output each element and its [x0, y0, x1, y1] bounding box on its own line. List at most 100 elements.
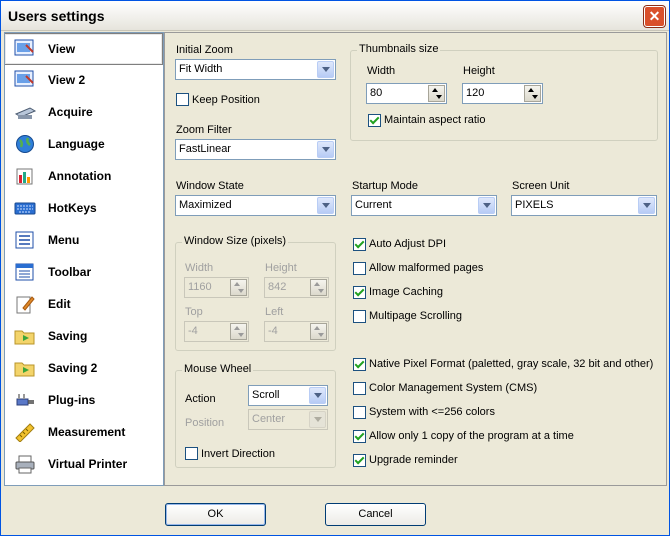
- globe-icon: [16, 135, 34, 153]
- allow-malformed-checkbox[interactable]: [353, 262, 366, 275]
- win-top-label: Top: [185, 306, 203, 318]
- win-left-label: Left: [265, 306, 284, 318]
- invert-direction-checkbox[interactable]: [185, 447, 198, 460]
- spin-arrows-icon[interactable]: [428, 85, 445, 102]
- image-caching-checkbox[interactable]: [353, 286, 366, 299]
- sidebar-item-label: Menu: [48, 233, 80, 247]
- window-state-label: Window State: [176, 180, 244, 192]
- sidebar-item-language[interactable]: Language: [5, 129, 163, 159]
- sidebar-item-label: Language: [48, 137, 105, 151]
- win-height-spinner[interactable]: 842: [264, 277, 329, 298]
- maintain-aspect-checkbox[interactable]: [368, 114, 381, 127]
- window-size-title: Window Size (pixels): [182, 235, 289, 247]
- initial-zoom-select[interactable]: Fit Width: [175, 59, 336, 80]
- screen-unit-select[interactable]: PIXELS: [511, 195, 657, 216]
- auto-adjust-dpi-checkbox[interactable]: [353, 238, 366, 251]
- sidebar-item-label: HotKeys: [48, 201, 97, 215]
- win-width-spinner[interactable]: 1160: [184, 277, 249, 298]
- keep-position-checkbox[interactable]: [176, 93, 189, 106]
- keep-position-label: Keep Position: [192, 94, 260, 106]
- chevron-down-icon[interactable]: [309, 387, 326, 404]
- wheel-action-value: Scroll: [252, 389, 280, 401]
- view-settings-panel: Initial Zoom Fit Width Keep Position Zoo…: [164, 32, 667, 486]
- sidebar-item-virtual-printer[interactable]: Virtual Printer: [5, 449, 163, 479]
- cms-checkbox[interactable]: [353, 382, 366, 395]
- sidebar-item-edit[interactable]: Edit: [5, 289, 163, 319]
- sidebar-item-view-2[interactable]: View 2: [5, 65, 163, 95]
- win-left-value: -4: [268, 325, 278, 337]
- invert-direction-label: Invert Direction: [201, 448, 275, 460]
- sidebar-item-plug-ins[interactable]: Plug-ins: [5, 385, 163, 415]
- screen-unit-label: Screen Unit: [512, 180, 570, 192]
- spin-arrows-icon[interactable]: [310, 279, 327, 296]
- thumb-width-spinner[interactable]: 80: [366, 83, 447, 104]
- zoom-filter-select[interactable]: FastLinear: [175, 139, 336, 160]
- spin-arrows-icon[interactable]: [230, 279, 247, 296]
- sidebar-item-label: View 2: [48, 73, 86, 87]
- zoom-filter-value: FastLinear: [179, 143, 231, 155]
- menu-icon: [15, 231, 34, 249]
- thumb-width-value: 80: [370, 87, 383, 99]
- ruler-icon: [15, 423, 35, 442]
- sidebar-item-menu[interactable]: Menu: [5, 225, 163, 255]
- initial-zoom-value: Fit Width: [179, 63, 223, 75]
- sidebar-item-saving[interactable]: Saving: [5, 321, 163, 351]
- allow-malformed-label: Allow malformed pages: [369, 262, 484, 274]
- sidebar-item-hotkeys[interactable]: HotKeys: [5, 193, 163, 223]
- sidebar-item-label: Virtual Printer: [48, 457, 128, 471]
- win-top-value: -4: [188, 325, 198, 337]
- thumb-width-label: Width: [367, 65, 396, 77]
- low-color-system-checkbox[interactable]: [353, 406, 366, 419]
- sidebar-item-label: View: [48, 42, 76, 56]
- thumb-height-spinner[interactable]: 120: [462, 83, 543, 104]
- maintain-aspect-label: Maintain aspect ratio: [384, 114, 486, 126]
- window-state-select[interactable]: Maximized: [175, 195, 336, 216]
- single-instance-checkbox[interactable]: [353, 430, 366, 443]
- win-left-spinner[interactable]: -4: [264, 321, 329, 342]
- multipage-scrolling-checkbox[interactable]: [353, 310, 366, 323]
- wheel-action-label: Action: [185, 393, 216, 405]
- ok-button[interactable]: OK: [165, 503, 266, 526]
- wheel-action-select[interactable]: Scroll: [248, 385, 328, 406]
- chevron-down-icon[interactable]: [638, 197, 655, 214]
- zoom-filter-label: Zoom Filter: [176, 124, 232, 136]
- edit-icon: [16, 296, 35, 314]
- startup-mode-select[interactable]: Current: [351, 195, 497, 216]
- sidebar-item-label: Toolbar: [48, 265, 92, 279]
- win-top-spinner[interactable]: -4: [184, 321, 249, 342]
- mouse-wheel-group: Mouse Wheel Action Scroll Position Cente…: [175, 363, 336, 468]
- close-button[interactable]: ✕: [644, 6, 665, 27]
- thumb-height-value: 120: [466, 87, 485, 99]
- upgrade-reminder-checkbox[interactable]: [353, 454, 366, 467]
- chevron-down-icon[interactable]: [309, 411, 326, 428]
- window-size-group: Window Size (pixels) Width 1160 Height 8…: [175, 235, 336, 351]
- spin-arrows-icon[interactable]: [310, 323, 327, 340]
- upgrade-reminder-label: Upgrade reminder: [369, 454, 458, 466]
- sidebar-item-annotation[interactable]: Annotation: [5, 161, 163, 191]
- view2-icon: [14, 70, 34, 87]
- sidebar-item-saving-2[interactable]: Saving 2: [5, 353, 163, 383]
- wheel-position-select[interactable]: Center: [248, 409, 328, 430]
- spin-arrows-icon[interactable]: [524, 85, 541, 102]
- sidebar-item-view[interactable]: View: [5, 33, 163, 65]
- cancel-button[interactable]: Cancel: [325, 503, 426, 526]
- annotation-icon: [16, 168, 33, 185]
- native-pixel-format-checkbox[interactable]: [353, 358, 366, 371]
- settings-window: Users settings ✕ View View 2 Acquire Lan…: [0, 0, 670, 536]
- chevron-down-icon[interactable]: [478, 197, 495, 214]
- initial-zoom-label: Initial Zoom: [176, 44, 233, 56]
- thumb-height-label: Height: [463, 65, 495, 77]
- spin-arrows-icon[interactable]: [230, 323, 247, 340]
- chevron-down-icon[interactable]: [317, 141, 334, 158]
- title-bar[interactable]: Users settings ✕: [1, 1, 669, 31]
- chevron-down-icon[interactable]: [317, 61, 334, 78]
- single-instance-label: Allow only 1 copy of the program at a ti…: [369, 430, 574, 442]
- sidebar-item-label: Edit: [48, 297, 71, 311]
- sidebar-item-label: Acquire: [48, 105, 93, 119]
- save-folder-icon: [14, 362, 35, 377]
- sidebar-item-toolbar[interactable]: Toolbar: [5, 257, 163, 287]
- chevron-down-icon[interactable]: [317, 197, 334, 214]
- sidebar-item-measurement[interactable]: Measurement: [5, 417, 163, 447]
- wheel-position-label: Position: [185, 417, 225, 429]
- sidebar-item-acquire[interactable]: Acquire: [5, 97, 163, 127]
